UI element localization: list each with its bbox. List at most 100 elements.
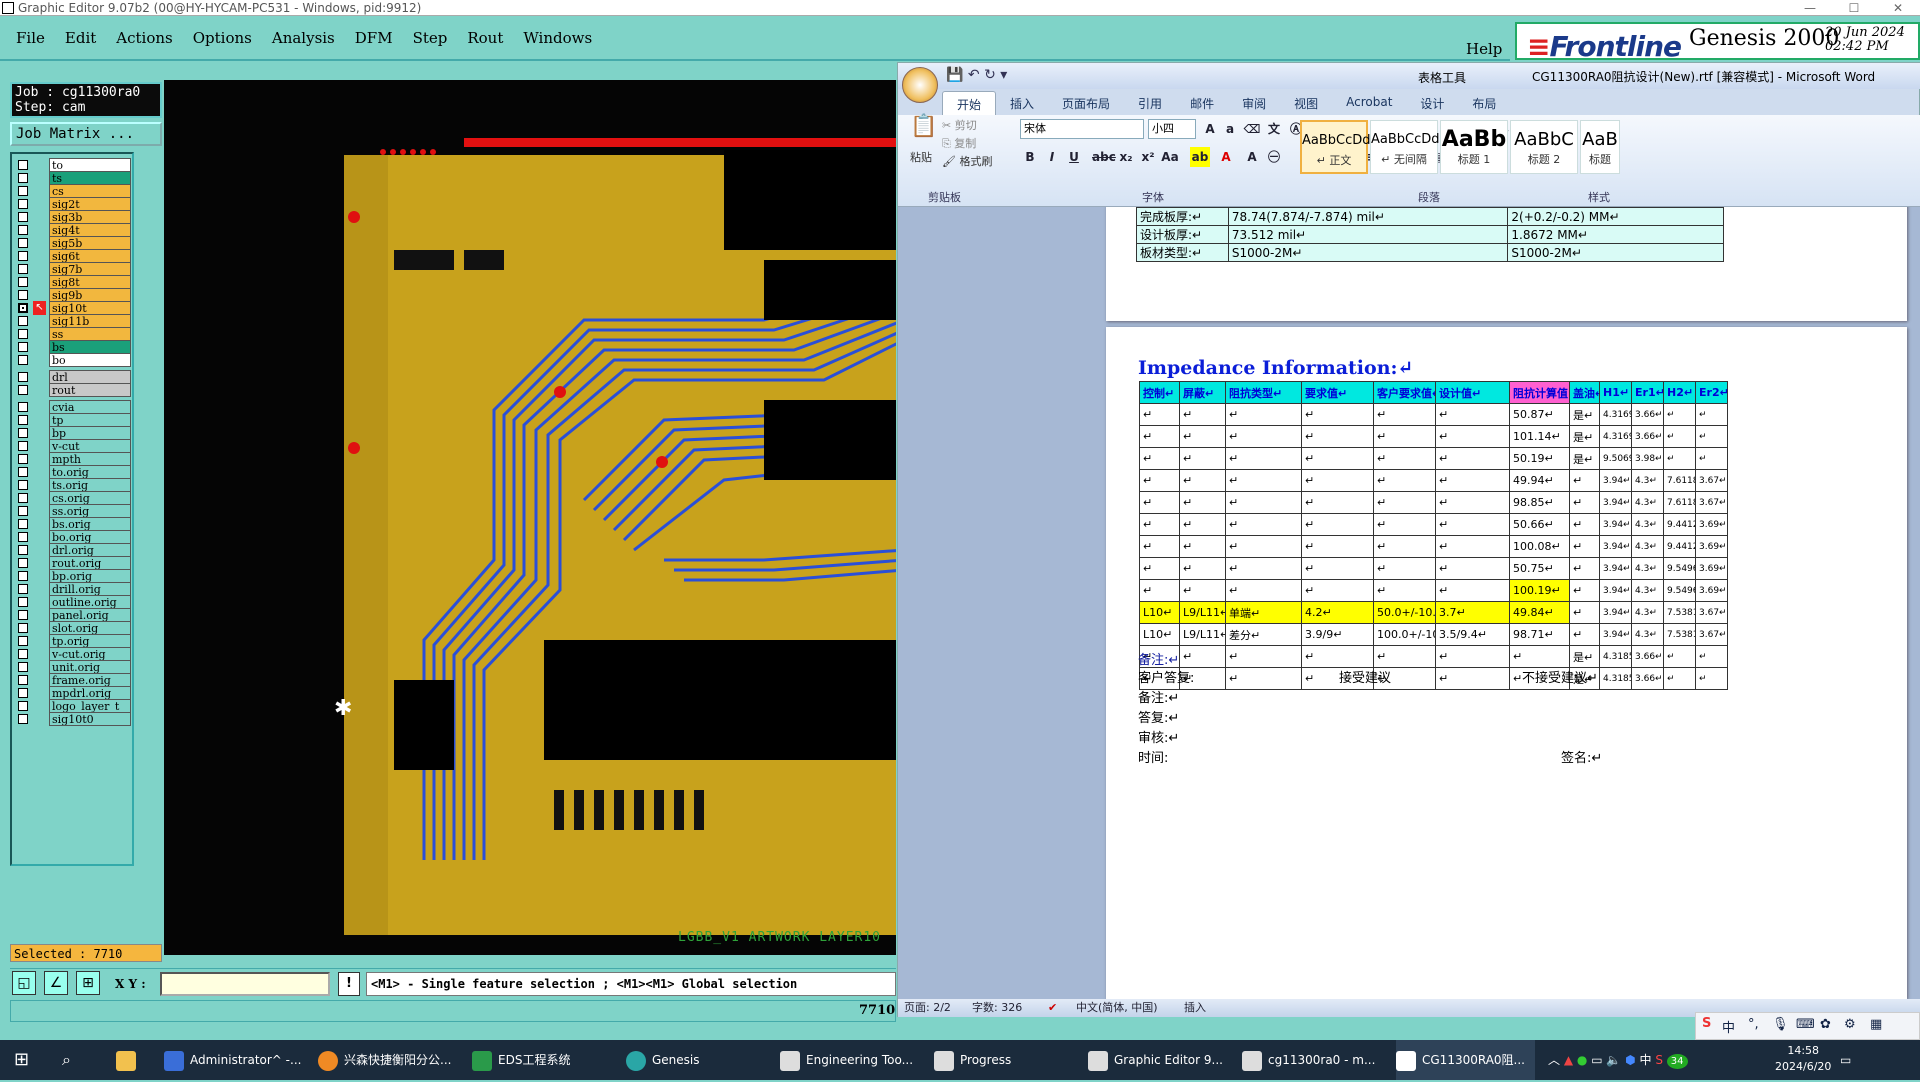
table-cell[interactable]: 3.67↵ — [1695, 491, 1728, 514]
table-cell[interactable]: ↵ — [1373, 447, 1436, 470]
layer-checkbox[interactable] — [18, 277, 28, 287]
layer-name[interactable]: mpth — [49, 452, 131, 466]
layer-name[interactable]: bp — [49, 426, 131, 440]
layer-row[interactable]: slot.orig — [16, 621, 131, 635]
tray-sogou-icon[interactable]: S — [1655, 1053, 1663, 1067]
enclose-char-icon[interactable]: ㊀ — [1264, 147, 1284, 167]
tray-badge[interactable]: 34 — [1666, 1054, 1688, 1069]
menu-file[interactable]: File — [16, 29, 45, 47]
layer-name[interactable]: tp — [49, 413, 131, 427]
table-cell[interactable]: 1.8672 MM↵ — [1507, 225, 1724, 244]
layer-checkbox[interactable] — [18, 675, 28, 685]
table-cell[interactable]: 3.94↵ — [1599, 491, 1632, 514]
table-cell[interactable]: ↵ — [1225, 447, 1302, 470]
layer-row[interactable]: logo_layer_t — [16, 699, 131, 713]
redo-icon[interactable]: ↻ — [984, 67, 996, 83]
table-cell[interactable]: ↵ — [1225, 645, 1302, 668]
table-cell[interactable]: ↵ — [1663, 447, 1696, 470]
table-cell[interactable]: 50.66↵ — [1509, 513, 1570, 536]
table-cell[interactable]: L9/L11↵ — [1179, 623, 1226, 646]
table-cell[interactable]: ↵ — [1225, 535, 1302, 558]
layer-row[interactable]: unit.orig — [16, 660, 131, 674]
layer-checkbox[interactable] — [18, 610, 28, 620]
layer-name[interactable]: sig5b — [49, 236, 131, 250]
table-cell[interactable]: 4.3↵ — [1631, 557, 1664, 580]
layer-checkbox[interactable] — [18, 584, 28, 594]
tab-layout[interactable]: 布局 — [1458, 91, 1510, 115]
taskbar-item-engineering-tool[interactable]: Engineering Too... — [780, 1040, 913, 1080]
table-cell[interactable]: ↵ — [1373, 425, 1436, 448]
layer-checkbox[interactable] — [18, 701, 28, 711]
layer-row[interactable]: bs — [16, 340, 131, 354]
tray-app-icon[interactable]: ▲ — [1564, 1053, 1573, 1067]
layer-checkbox[interactable] — [18, 519, 28, 529]
minimize-button[interactable]: — — [1788, 0, 1832, 16]
layer-row[interactable]: ↖ sig10t — [16, 301, 131, 315]
layer-name[interactable]: sig6t — [49, 249, 131, 263]
table-cell[interactable]: ↵ — [1663, 425, 1696, 448]
table-cell[interactable]: 50.19↵ — [1509, 447, 1570, 470]
layer-row[interactable]: sig7b — [16, 262, 131, 276]
table-header-cell[interactable]: 控制↵ — [1139, 381, 1180, 404]
layer-checkbox[interactable] — [18, 662, 28, 672]
layer-name[interactable]: bo.orig — [49, 530, 131, 544]
table-cell[interactable]: ↵ — [1139, 447, 1180, 470]
layer-row[interactable]: bo — [16, 353, 131, 367]
table-cell[interactable]: ↵ — [1435, 579, 1510, 602]
layer-checkbox[interactable] — [18, 532, 28, 542]
table-cell[interactable]: ↵ — [1301, 469, 1374, 492]
layer-row[interactable]: bo.orig — [16, 530, 131, 544]
layer-name[interactable]: tp.orig — [49, 634, 131, 648]
table-header-cell[interactable]: Er1↵ — [1631, 381, 1664, 404]
table-cell[interactable]: L9/L11↵ — [1179, 601, 1226, 624]
layer-checkbox[interactable] — [18, 238, 28, 248]
layer-name[interactable]: sig2t — [49, 197, 131, 211]
table-cell[interactable]: 7.5381↵ — [1663, 601, 1696, 624]
layer-name[interactable]: cs.orig — [49, 491, 131, 505]
table-cell[interactable]: ↵ — [1179, 579, 1226, 602]
table-cell[interactable]: 9.5069↵ — [1599, 447, 1632, 470]
layer-row[interactable]: sig6t — [16, 249, 131, 263]
layer-checkbox[interactable] — [18, 545, 28, 555]
layer-checkbox[interactable] — [18, 571, 28, 581]
layer-name[interactable]: sig10t0 — [49, 712, 131, 726]
ime-mode[interactable]: 中 — [1722, 1017, 1735, 1036]
layer-row[interactable]: sig5b — [16, 236, 131, 250]
table-cell[interactable]: 4.3↵ — [1631, 535, 1664, 558]
table-cell[interactable]: ↵ — [1139, 557, 1180, 580]
layer-row[interactable]: ts.orig — [16, 478, 131, 492]
layer-checkbox[interactable] — [18, 428, 28, 438]
layer-row[interactable]: rout — [16, 383, 131, 397]
table-cell[interactable]: ↵ — [1179, 535, 1226, 558]
table-cell[interactable]: ↵ — [1435, 447, 1510, 470]
measure-icon[interactable]: ∠ — [44, 971, 68, 995]
table-cell[interactable]: ↵ — [1301, 645, 1374, 668]
table-cell[interactable]: ↵ — [1435, 557, 1510, 580]
table-cell[interactable]: 3.94↵ — [1599, 623, 1632, 646]
style-heading1[interactable]: AaBb 标题 1 — [1440, 120, 1508, 174]
layer-checkbox[interactable] — [18, 480, 28, 490]
table-cell[interactable]: 板材类型:↵ — [1136, 243, 1229, 262]
highlight-icon[interactable]: ab — [1190, 147, 1210, 167]
table-cell[interactable]: ↵ — [1569, 623, 1600, 646]
layer-checkbox[interactable] — [18, 342, 28, 352]
layer-row[interactable]: drl.orig — [16, 543, 131, 557]
table-cell[interactable]: ↵ — [1663, 667, 1696, 690]
word-count[interactable]: 字数: 326 — [972, 999, 1022, 1017]
table-cell[interactable]: ↵ — [1179, 403, 1226, 426]
layer-row[interactable]: sig4t — [16, 223, 131, 237]
table-cell[interactable]: 3.94↵ — [1599, 513, 1632, 536]
tab-mailings[interactable]: 邮件 — [1176, 91, 1228, 115]
italic-icon[interactable]: I — [1042, 147, 1062, 167]
table-cell[interactable]: ↵ — [1139, 579, 1180, 602]
table-cell[interactable]: ↵ — [1435, 403, 1510, 426]
layer-checkbox[interactable] — [18, 623, 28, 633]
table-cell[interactable]: 3.98↵ — [1631, 447, 1664, 470]
table-cell[interactable]: ↵ — [1435, 513, 1510, 536]
table-cell[interactable]: ↵ — [1569, 491, 1600, 514]
table-cell[interactable]: 3.67↵ — [1695, 469, 1728, 492]
table-cell[interactable]: ↵ — [1225, 557, 1302, 580]
table-cell[interactable]: ↵ — [1301, 425, 1374, 448]
table-cell[interactable]: 2(+0.2/-0.2) MM↵ — [1507, 207, 1724, 226]
layer-name[interactable]: sig8t — [49, 275, 131, 289]
